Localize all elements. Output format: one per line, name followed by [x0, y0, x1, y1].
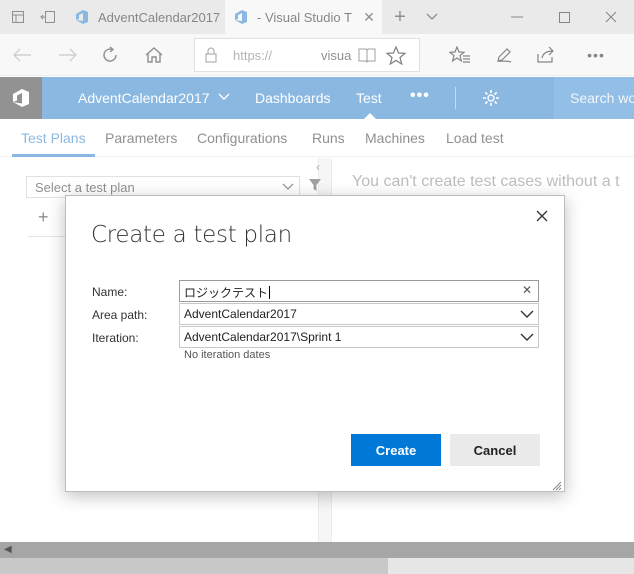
area-path-label: Area path: [92, 308, 148, 322]
horizontal-scrollbar[interactable]: ◀ [0, 542, 634, 558]
iteration-label: Iteration: [92, 331, 139, 345]
chevron-down-icon [520, 308, 534, 323]
area-path-value: AdventCalendar2017 [184, 307, 297, 321]
scroll-left-icon[interactable]: ◀ [4, 544, 12, 555]
create-button[interactable]: Create [351, 434, 441, 466]
chevron-down-icon [520, 331, 534, 346]
create-test-plan-dialog: Create a test plan Name: ロジックテスト ✕ Area … [65, 195, 565, 492]
name-field-value: ロジックテスト [184, 286, 271, 300]
iteration-value: AdventCalendar2017\Sprint 1 [184, 330, 342, 344]
name-field[interactable]: ロジックテスト ✕ [179, 280, 539, 302]
iteration-dates-note: No iteration dates [184, 349, 271, 361]
iteration-select[interactable]: AdventCalendar2017\Sprint 1 [179, 326, 539, 348]
resize-grip-icon[interactable] [552, 479, 562, 494]
name-label: Name: [92, 285, 128, 299]
clear-icon[interactable]: ✕ [522, 283, 532, 297]
dialog-title: Create a test plan [91, 222, 292, 248]
scrollbar-thumb[interactable] [388, 558, 634, 574]
area-path-select[interactable]: AdventCalendar2017 [179, 303, 539, 325]
close-icon[interactable] [532, 206, 552, 226]
cancel-button[interactable]: Cancel [450, 434, 540, 466]
bottom-strip [0, 558, 634, 574]
